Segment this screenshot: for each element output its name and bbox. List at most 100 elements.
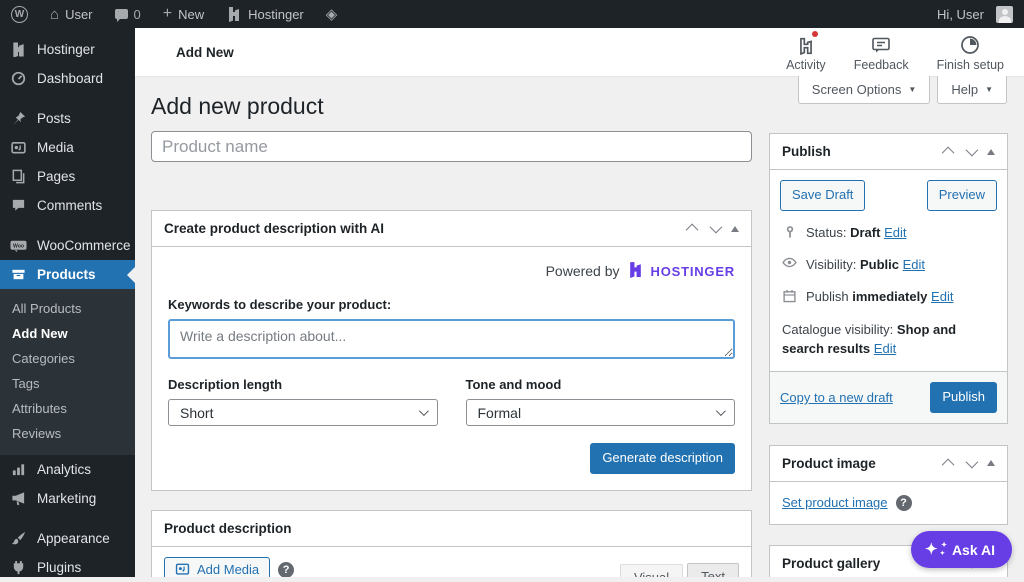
tab-text[interactable]: Text [687,563,739,577]
submenu-reviews[interactable]: Reviews [0,421,135,446]
activity-button[interactable]: Activity [786,33,826,72]
avatar [996,6,1013,23]
megaphone-icon [9,491,27,506]
set-product-image-link[interactable]: Set product image [782,495,888,510]
sidebar-item-appearance[interactable]: Appearance [0,524,135,553]
length-select[interactable]: Short [168,399,438,426]
ask-ai-button[interactable]: ✦✦✦ Ask AI [911,531,1012,568]
tab-visual[interactable]: Visual [620,564,683,577]
publish-panel: Publish Save Draft Preview [769,133,1008,424]
move-up-icon[interactable] [942,458,955,471]
submenu-all-products[interactable]: All Products [0,296,135,321]
tone-select[interactable]: Formal [466,399,736,426]
submenu-attributes[interactable]: Attributes [0,396,135,421]
feedback-icon [871,33,891,55]
hostinger-logo-icon [9,42,27,57]
comments-indicator[interactable]: 0 [104,0,152,28]
collapse-toggle-icon[interactable] [987,149,995,155]
move-down-icon[interactable] [710,221,723,234]
edit-catalogue-link[interactable]: Edit [874,341,896,356]
powered-by: Powered by HOSTINGER [168,247,735,287]
finish-setup-button[interactable]: Finish setup [937,33,1004,72]
move-up-icon[interactable] [686,224,699,237]
site-link[interactable]: ⌂ User [39,0,104,28]
sidebar-item-label: Products [37,267,96,282]
screen-options-button[interactable]: Screen Options ▼ [798,76,931,104]
progress-pie-icon [960,33,980,55]
help-icon[interactable]: ? [278,562,294,577]
preview-button[interactable]: Preview [927,180,997,211]
description-panel-title: Product description [164,521,292,536]
publish-button[interactable]: Publish [930,382,997,413]
comments-count: 0 [134,7,141,22]
sparkles-icon: ✦✦✦ [925,541,943,559]
collapse-toggle-icon[interactable] [987,460,995,466]
sidebar-item-label: Appearance [37,531,110,546]
generate-description-button[interactable]: Generate description [590,443,735,474]
product-name-input[interactable] [151,131,752,162]
sidebar-item-analytics[interactable]: Analytics [0,455,135,484]
edit-visibility-link[interactable]: Edit [903,257,925,272]
deals-menu[interactable]: ◈ [315,0,349,28]
sidebar-item-marketing[interactable]: Marketing [0,484,135,513]
add-media-label: Add Media [197,562,259,577]
move-down-icon[interactable] [966,456,979,469]
sidebar-item-pages[interactable]: Pages [0,162,135,191]
hostinger-adminbar-menu[interactable]: Hostinger [215,0,315,28]
edit-schedule-link[interactable]: Edit [931,289,953,304]
copy-to-draft-link[interactable]: Copy to a new draft [780,390,893,405]
plug-icon [9,560,27,575]
help-button[interactable]: Help ▼ [937,76,1007,104]
sidebar-item-products[interactable]: Products [0,260,135,289]
bar-chart-icon [9,462,27,477]
account-menu[interactable]: Hi, User [926,0,1024,28]
status-pin-icon [782,225,797,239]
screen-meta-tabs: Screen Options ▼ Help ▼ [798,76,1007,104]
powered-by-label: Powered by [546,263,620,279]
svg-text:Woo: Woo [13,243,24,249]
visibility-row: Visibility: Public Edit [780,256,997,275]
length-value: Short [180,405,213,421]
calendar-icon [782,289,797,303]
sidebar-item-label: Pages [37,169,75,184]
sidebar-item-hostinger[interactable]: Hostinger [0,35,135,64]
feedback-button[interactable]: Feedback [854,33,909,72]
sidebar-item-label: WooCommerce [37,238,131,253]
feedback-label: Feedback [854,58,909,72]
collapse-toggle-icon[interactable] [731,226,739,232]
save-draft-button[interactable]: Save Draft [780,180,865,211]
sidebar-item-media[interactable]: Media [0,133,135,162]
comment-icon [9,198,27,213]
sidebar-item-comments[interactable]: Comments [0,191,135,220]
wordpress-menu[interactable]: W [0,0,39,28]
diamond-icon: ◈ [326,7,338,22]
submenu-tags[interactable]: Tags [0,371,135,396]
product-image-panel: Product image Set product image ? [769,445,1008,525]
submenu-categories[interactable]: Categories [0,346,135,371]
header-page-title: Add New [176,45,234,60]
help-icon[interactable]: ? [896,495,912,511]
sidebar-item-dashboard[interactable]: Dashboard [0,64,135,93]
sidebar-item-woocommerce[interactable]: Woo WooCommerce [0,231,135,260]
admin-sidebar: Hostinger Dashboard Posts Media Pages Co… [0,28,135,577]
move-down-icon[interactable] [966,144,979,157]
comment-bubble-icon [115,9,128,19]
status-row: Status: Draft Edit [780,224,997,243]
new-content-menu[interactable]: + New [152,0,215,28]
keywords-textarea[interactable] [168,319,735,359]
products-submenu: All Products Add New Categories Tags Att… [0,289,135,455]
sidebar-item-label: Posts [37,111,71,126]
move-up-icon[interactable] [942,147,955,160]
site-name: User [65,7,92,22]
hostinger-label: Hostinger [248,7,304,22]
length-label: Description length [168,377,438,392]
pin-icon [9,111,27,126]
add-media-button[interactable]: Add Media [164,557,270,577]
sidebar-item-plugins[interactable]: Plugins [0,553,135,582]
submenu-add-new[interactable]: Add New [0,321,135,346]
sidebar-item-label: Plugins [37,560,81,575]
product-gallery-title: Product gallery [782,556,880,571]
sidebar-item-posts[interactable]: Posts [0,104,135,133]
woocommerce-icon: Woo [9,239,27,253]
edit-status-link[interactable]: Edit [884,225,906,240]
